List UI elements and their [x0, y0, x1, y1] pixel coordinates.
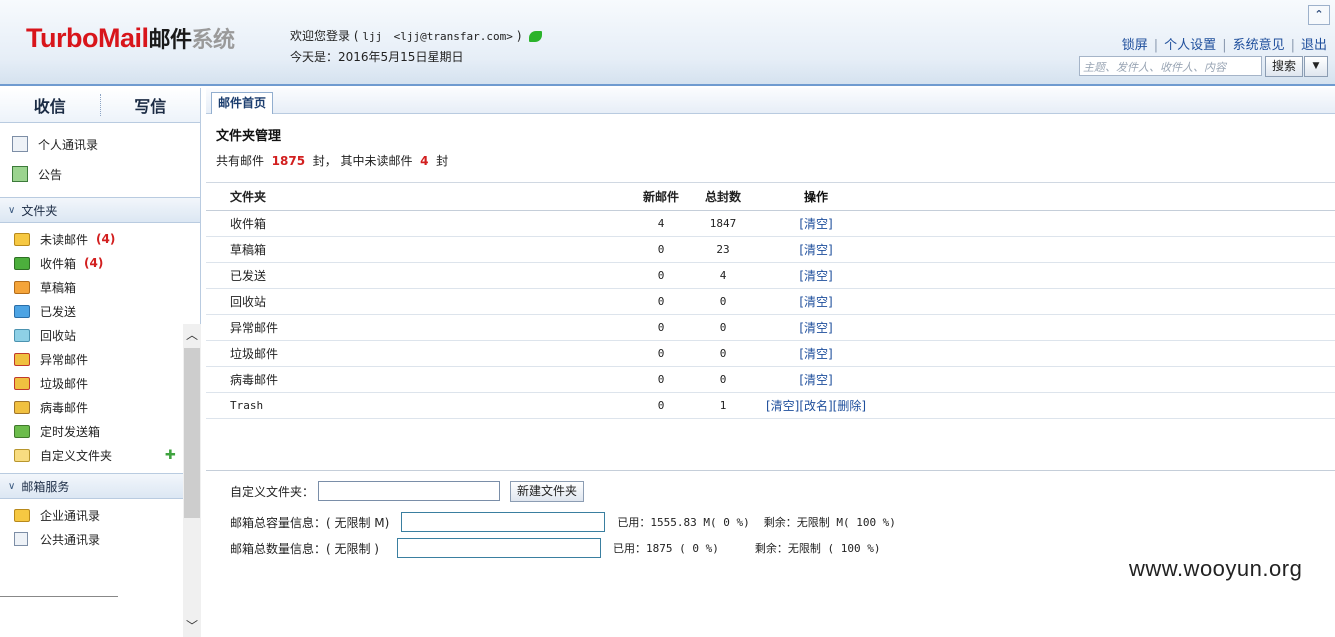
receive-button[interactable]: 收信: [0, 93, 100, 117]
logout-link[interactable]: 退出: [1301, 38, 1327, 53]
scroll-up-icon[interactable]: ︿: [183, 326, 201, 344]
lock-screen-link[interactable]: 锁屏: [1122, 38, 1148, 53]
sidebar-item-contacts[interactable]: 个人通讯录: [0, 129, 200, 159]
count-bar: [397, 538, 601, 558]
folder-trash[interactable]: 回收站: [0, 323, 200, 347]
custom-folder-row: 自定义文件夹： 新建文件夹: [230, 480, 585, 502]
table-row: 收件箱 4 1847 [清空]: [206, 211, 1335, 237]
folder-icon: [14, 448, 30, 462]
table-row: 回收站 0 0 [清空]: [206, 289, 1335, 315]
clear-link[interactable]: [清空]: [746, 367, 886, 392]
sidebar-item-announcement[interactable]: 公告: [0, 159, 200, 189]
scheduled-send-icon: [14, 424, 30, 438]
folder-scheduled[interactable]: 定时发送箱: [0, 419, 200, 443]
chevron-down-icon: ∨: [8, 204, 16, 216]
unread-folder-icon: [14, 232, 30, 246]
table-row: 异常邮件 0 0 [清空]: [206, 315, 1335, 341]
divider: [0, 596, 118, 597]
folder-header: 文件夹管理 共有邮件 1875 封， 其中未读邮件 4 封: [206, 114, 1335, 169]
top-links: 锁屏 | 个人设置 | 系统意见 | 退出: [1121, 38, 1327, 53]
unread-mail-count: 4: [420, 154, 429, 168]
sidebar-scrollbar[interactable]: ︿ ﹀: [183, 324, 201, 637]
public-contacts-icon: [14, 532, 28, 546]
table-header: 文件夹 新邮件 总封数 操作: [206, 182, 1335, 211]
collapse-header-button[interactable]: ⌃: [1308, 5, 1330, 25]
main-content: 邮件首页 文件夹管理 共有邮件 1875 封， 其中未读邮件 4 封 文件夹 新…: [206, 88, 1335, 560]
inbox-icon: [14, 256, 30, 270]
clear-link[interactable]: [清空]: [746, 315, 886, 340]
new-folder-button[interactable]: 新建文件夹: [510, 480, 585, 502]
clear-link[interactable]: [清空]: [746, 341, 886, 366]
folders-section-header[interactable]: ∨ 文件夹: [0, 197, 200, 223]
feedback-link[interactable]: 系统意见: [1233, 38, 1285, 53]
header: TurboMail邮件系统 欢迎您登录 ( ljj <ljj@transfar.…: [0, 0, 1335, 86]
capacity-bar: [401, 512, 606, 532]
sidebar: 收信 写信 个人通讯录 公告 ∨ 文件夹 未读邮件 (4) 收件箱 (4) 草稿箱 已…: [0, 88, 201, 637]
sent-icon: [14, 304, 30, 318]
scrollbar-thumb[interactable]: [184, 348, 200, 518]
table-row: 垃圾邮件 0 0 [清空]: [206, 341, 1335, 367]
online-status-icon: [529, 31, 543, 42]
folder-abnormal[interactable]: 异常邮件: [0, 347, 200, 371]
watermark: www.wooyun.org: [1129, 556, 1303, 581]
personal-settings-link[interactable]: 个人设置: [1164, 38, 1216, 53]
clear-link[interactable]: [清空]: [746, 263, 886, 288]
chevron-down-icon: ∨: [8, 480, 16, 492]
add-folder-icon[interactable]: ✚: [165, 448, 176, 463]
table-row: Trash 0 1 [清空][改名][删除]: [206, 393, 1335, 419]
folder-virus[interactable]: 病毒邮件: [0, 395, 200, 419]
mail-summary: 共有邮件 1875 封， 其中未读邮件 4 封: [216, 154, 449, 168]
clear-link[interactable]: [清空]: [746, 237, 886, 262]
folder-custom[interactable]: 自定义文件夹 ✚: [0, 443, 200, 467]
table-row: 已发送 0 4 [清空]: [206, 263, 1335, 289]
folder-spam[interactable]: 垃圾邮件: [0, 371, 200, 395]
tab-bar: 邮件首页: [206, 88, 1335, 114]
total-mail-count: 1875: [271, 154, 306, 168]
announcement-icon: [12, 166, 28, 182]
custom-folder-input[interactable]: [318, 481, 501, 501]
search-dropdown-button[interactable]: ▼: [1304, 56, 1328, 77]
folder-inbox[interactable]: 收件箱 (4): [0, 251, 200, 275]
services-section-header[interactable]: ∨ 邮箱服务: [0, 473, 200, 499]
capacity-row: 邮箱总容量信息：( 无限制 M) 已用：1555.83 M( 0 %) 剩余：无…: [230, 511, 896, 533]
bottom-panel: 自定义文件夹： 新建文件夹 邮箱总容量信息：( 无限制 M) 已用：1555.8…: [206, 470, 1335, 560]
username: ljj: [362, 30, 383, 43]
tab-mail-home[interactable]: 邮件首页: [211, 92, 274, 114]
folder-drafts[interactable]: 草稿箱: [0, 275, 200, 299]
count-row: 邮箱总数量信息：( 无限制 ) 已用：1875 ( 0 %) 剩余：无限制 ( …: [230, 537, 880, 559]
trash-actions-links[interactable]: [清空][改名][删除]: [746, 393, 886, 418]
search-input[interactable]: 主题、发件人、收件人、内容: [1079, 56, 1262, 76]
welcome-text: 欢迎您登录 ( ljj <ljj@transfar.com> ): [290, 27, 543, 44]
folder-table: 文件夹 新邮件 总封数 操作 收件箱 4 1847 [清空] 草稿箱 0 23 …: [206, 182, 1335, 419]
page-title: 文件夹管理: [216, 129, 282, 144]
spam-icon: [14, 376, 30, 390]
folder-unread[interactable]: 未读邮件 (4): [0, 227, 200, 251]
date-text: 今天是：2016年5月15日星期日: [290, 50, 464, 64]
recycle-bin-icon: [14, 328, 30, 342]
folder-sent[interactable]: 已发送: [0, 299, 200, 323]
enterprise-contacts-icon: [14, 508, 30, 522]
scroll-down-icon[interactable]: ﹀: [183, 617, 201, 635]
service-public-contacts[interactable]: 公共通讯录: [0, 527, 200, 551]
drafts-icon: [14, 280, 30, 294]
compose-bar: 收信 写信: [0, 88, 200, 123]
folder-list: 未读邮件 (4) 收件箱 (4) 草稿箱 已发送 回收站 异常邮件 垃圾邮件 病毒邮…: [0, 223, 200, 473]
virus-mail-icon: [14, 400, 30, 414]
abnormal-mail-icon: [14, 352, 30, 366]
address-book-icon: [12, 136, 28, 152]
clear-link[interactable]: [清空]: [746, 289, 886, 314]
logo: TurboMail邮件系统: [26, 23, 235, 53]
user-email: <ljj@transfar.com>: [393, 30, 513, 43]
clear-link[interactable]: [清空]: [746, 211, 886, 236]
search-button[interactable]: 搜索: [1265, 56, 1303, 77]
service-enterprise-contacts[interactable]: 企业通讯录: [0, 503, 200, 527]
table-row: 草稿箱 0 23 [清空]: [206, 237, 1335, 263]
table-row: 病毒邮件 0 0 [清空]: [206, 367, 1335, 393]
compose-button[interactable]: 写信: [101, 93, 201, 117]
